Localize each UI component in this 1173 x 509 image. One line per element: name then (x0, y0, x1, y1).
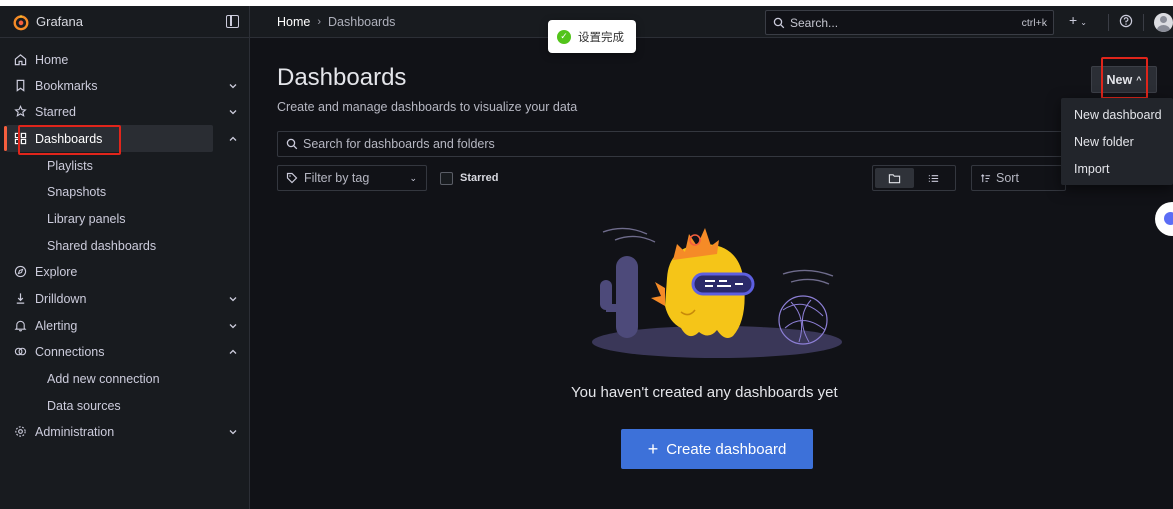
starred-checkbox[interactable] (440, 172, 453, 185)
sidebar-item-label: Starred (35, 104, 76, 119)
cog-icon (13, 424, 28, 439)
sidebar-item-label: Drilldown (35, 291, 87, 306)
menu-item-new-dashboard[interactable]: New dashboard (1074, 108, 1162, 122)
sidebar-item-label: Bookmarks (35, 78, 98, 93)
grafana-logo-icon (13, 14, 29, 30)
create-dashboard-label: Create dashboard (666, 440, 787, 458)
menu-item-new-folder[interactable]: New folder (1074, 135, 1134, 149)
toast-message: 设置完成 (578, 31, 624, 44)
sidebar-item-label: Dashboards (35, 131, 103, 146)
brand-name: Grafana (36, 14, 83, 29)
sidebar: Grafana Home Bookmarks Starred Dashboard… (0, 6, 250, 509)
empty-state-illustration (592, 227, 842, 358)
page-subtitle: Create and manage dashboards to visualiz… (277, 100, 578, 114)
drilldown-icon (13, 291, 28, 306)
menu-item-import[interactable]: Import (1074, 162, 1109, 176)
chevron-up-icon[interactable] (228, 347, 238, 357)
search-icon (773, 17, 785, 28)
folder-view-button[interactable] (875, 168, 914, 188)
folder-icon (888, 173, 901, 183)
help-icon (1119, 14, 1133, 28)
search-icon (286, 138, 298, 150)
chevron-up-icon: ^ (1136, 74, 1142, 85)
sidebar-subitem-shared-dashboards[interactable]: Shared dashboards (47, 235, 156, 257)
home-icon (13, 52, 28, 67)
sidebar-item-bookmarks[interactable]: Bookmarks (6, 72, 237, 99)
chevron-down-icon[interactable] (228, 427, 238, 437)
list-icon (928, 174, 939, 182)
filter-by-tag-select[interactable]: Filter by tag ⌄ (277, 165, 427, 191)
dashboard-search-input[interactable]: Search for dashboards and folders (277, 131, 1077, 157)
new-button-label: New (1106, 72, 1133, 87)
chevron-down-icon[interactable] (228, 321, 238, 331)
page-title: Dashboards (277, 64, 407, 91)
chevron-down-icon: ⌄ (1080, 18, 1087, 27)
brand[interactable]: Grafana (0, 6, 249, 38)
sidebar-item-starred[interactable]: Starred (6, 98, 237, 125)
floating-assistant-icon[interactable] (1155, 202, 1173, 236)
breadcrumb-separator-icon: › (317, 16, 322, 28)
new-dropdown-menu: New dashboard New folder Import (1061, 98, 1173, 185)
sidebar-item-drilldown[interactable]: Drilldown (6, 285, 237, 312)
breadcrumb: Home › Dashboards (277, 15, 395, 29)
sidebar-item-explore[interactable]: Explore (6, 258, 213, 285)
chevron-down-icon: ⌄ (409, 173, 417, 183)
connections-icon (13, 344, 28, 359)
sidebar-item-connections[interactable]: Connections (6, 338, 237, 365)
plus-icon: + (647, 438, 659, 459)
tag-icon (286, 172, 298, 184)
bell-icon (13, 318, 28, 333)
new-button[interactable]: New ^ (1091, 66, 1157, 93)
star-icon (13, 104, 28, 119)
chevron-down-icon[interactable] (228, 107, 238, 117)
sort-label: Sort (996, 171, 1019, 185)
sort-icon (981, 173, 991, 182)
bookmark-icon (13, 78, 28, 93)
sidebar-subitem-library-panels[interactable]: Library panels (47, 208, 126, 230)
breadcrumb-home[interactable]: Home (277, 15, 310, 29)
sidebar-item-label: Connections (35, 344, 105, 359)
sidebar-item-label: Administration (35, 424, 115, 439)
sidebar-item-label: Explore (35, 264, 78, 279)
check-circle-icon: ✓ (557, 29, 571, 44)
sidebar-subitem-playlists[interactable]: Playlists (47, 155, 93, 177)
sidebar-item-home[interactable]: Home (6, 46, 213, 73)
toast-notification: ✓ 设置完成 (548, 20, 636, 53)
sidebar-item-label: Alerting (35, 318, 78, 333)
user-avatar[interactable] (1154, 13, 1173, 32)
dashboards-grid-icon (13, 131, 28, 146)
search-shortcut: ctrl+k (1021, 17, 1047, 29)
empty-state-message: You haven't created any dashboards yet (571, 384, 838, 401)
view-toggle (872, 165, 956, 191)
header-divider (1108, 14, 1109, 31)
sidebar-item-alerting[interactable]: Alerting (6, 312, 237, 339)
sidebar-item-administration[interactable]: Administration (6, 418, 237, 445)
global-search-input[interactable]: Search... ctrl+k (765, 10, 1054, 35)
list-view-button[interactable] (914, 168, 953, 188)
sort-select[interactable]: Sort (971, 165, 1066, 191)
sidebar-item-label: Home (35, 52, 69, 67)
search-placeholder: Search... (790, 15, 839, 30)
create-dashboard-button[interactable]: + Create dashboard (621, 429, 813, 469)
dashboard-search-placeholder: Search for dashboards and folders (303, 137, 495, 151)
header-divider (1143, 14, 1144, 31)
breadcrumb-dashboards: Dashboards (328, 15, 396, 29)
starred-label[interactable]: Starred (460, 172, 499, 184)
chevron-up-icon[interactable] (228, 134, 238, 144)
top-header: Home › Dashboards Search... ctrl+k + ⌄ (250, 6, 1173, 38)
chevron-down-icon[interactable] (228, 294, 238, 304)
add-button[interactable]: + ⌄ (1069, 12, 1087, 28)
sidebar-item-dashboards[interactable]: Dashboards (4, 125, 237, 152)
sidebar-subitem-snapshots[interactable]: Snapshots (47, 181, 106, 203)
sidebar-subitem-data-sources[interactable]: Data sources (47, 395, 121, 417)
dock-menu-icon[interactable] (226, 15, 239, 28)
help-button[interactable] (1119, 14, 1133, 31)
chevron-down-icon[interactable] (228, 81, 238, 91)
sidebar-subitem-add-new-connection[interactable]: Add new connection (47, 368, 160, 390)
filter-by-tag-label: Filter by tag (304, 171, 370, 185)
plus-icon: + (1069, 12, 1078, 28)
compass-icon (13, 264, 28, 279)
